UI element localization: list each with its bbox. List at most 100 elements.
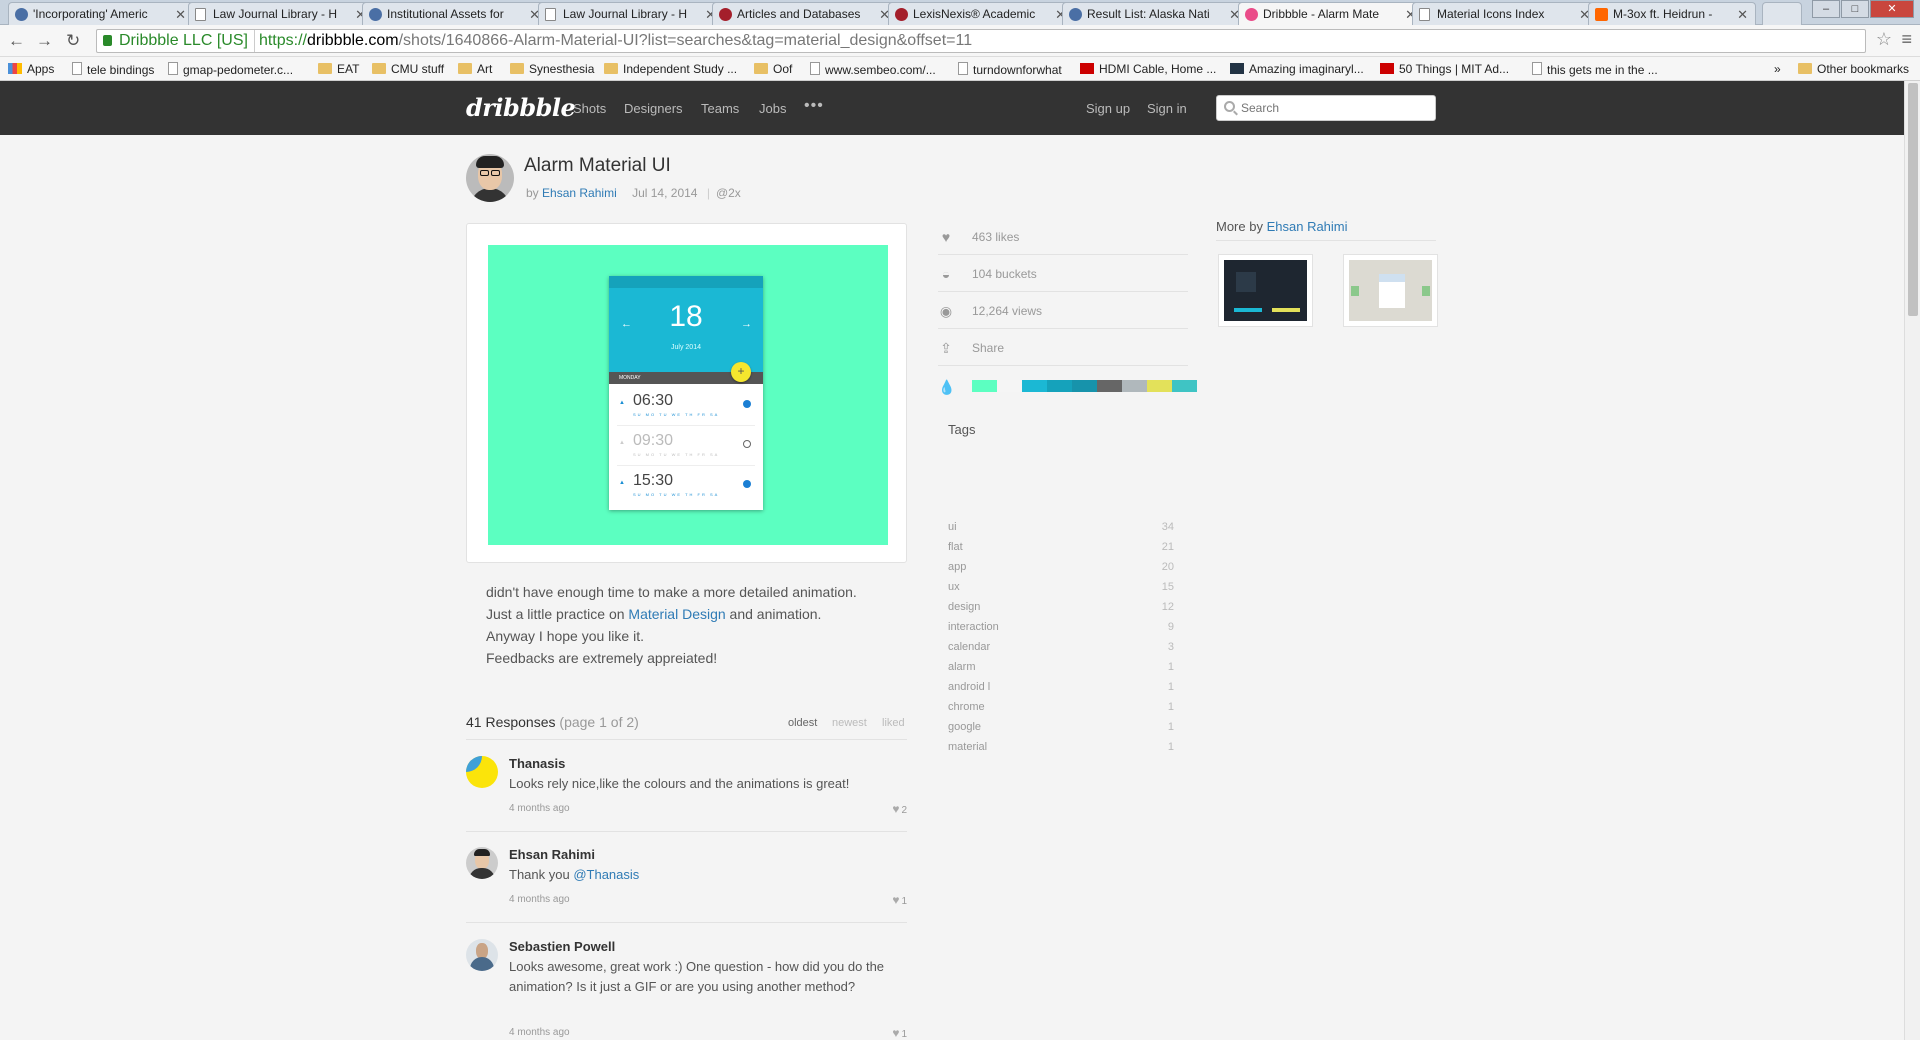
- new-tab-button[interactable]: [1762, 2, 1802, 25]
- tag-item[interactable]: android l 1: [948, 681, 1174, 701]
- palette-swatch[interactable]: [972, 380, 997, 392]
- browser-tab[interactable]: Law Journal Library - H ✕: [538, 2, 724, 25]
- tag-item[interactable]: calendar 3: [948, 641, 1174, 661]
- tag-item[interactable]: flat 21: [948, 541, 1174, 561]
- comment-date[interactable]: 4 months ago: [509, 894, 570, 905]
- palette-swatch[interactable]: [997, 380, 1022, 392]
- tag-item[interactable]: design 12: [948, 601, 1174, 621]
- nav-more-icon[interactable]: •••: [804, 97, 824, 115]
- bookmark-folder[interactable]: Independent Study ...: [604, 62, 737, 76]
- bookmark-item[interactable]: turndownforwhat: [958, 62, 1062, 77]
- tag-item[interactable]: chrome 1: [948, 701, 1174, 721]
- dribbble-logo[interactable]: dribbble: [466, 93, 576, 122]
- tag-item[interactable]: google 1: [948, 721, 1174, 741]
- commenter-name[interactable]: Thanasis: [509, 756, 565, 771]
- tag-item[interactable]: ui 34: [948, 521, 1174, 541]
- sign-up-link[interactable]: Sign up: [1086, 101, 1130, 116]
- comment-like[interactable]: ♥ 1: [892, 1026, 907, 1040]
- buckets-stat[interactable]: ◒ 104 buckets: [938, 255, 1188, 292]
- bookmark-folder[interactable]: Synesthesia: [510, 62, 594, 76]
- more-by-author-link[interactable]: Ehsan Rahimi: [1267, 219, 1348, 234]
- browser-tab[interactable]: Law Journal Library - H ✕: [188, 2, 374, 25]
- reload-icon[interactable]: ↻: [66, 31, 80, 51]
- commenter-avatar[interactable]: [466, 939, 498, 971]
- bookmark-folder[interactable]: Oof: [754, 62, 792, 76]
- bookmark-folder[interactable]: CMU stuff: [372, 62, 444, 76]
- resolution-badge[interactable]: @2x: [716, 186, 741, 200]
- maximize-icon[interactable]: □: [1841, 0, 1869, 18]
- back-arrow-icon[interactable]: ←: [8, 31, 25, 51]
- window-close-icon[interactable]: ✕: [1870, 0, 1914, 18]
- shot-image[interactable]: ← → 18 July 2014 MONDAY + ▲ 06:30 SU MO TU…: [488, 245, 888, 545]
- nav-shots[interactable]: Shots: [573, 101, 606, 116]
- palette-swatch[interactable]: [1172, 380, 1197, 392]
- browser-tab[interactable]: Result List: Alaska Nati ✕: [1062, 2, 1248, 25]
- page-scrollbar[interactable]: [1904, 81, 1920, 1040]
- close-tab-icon[interactable]: ✕: [175, 7, 186, 23]
- bookmark-item[interactable]: www.sembeo.com/...: [810, 62, 936, 77]
- comment-like[interactable]: ♥ 2: [892, 802, 907, 816]
- bookmarks-overflow-icon[interactable]: »: [1774, 62, 1781, 76]
- tag-count: 15: [1161, 581, 1174, 593]
- browser-menu-icon[interactable]: ≡: [1901, 29, 1912, 50]
- author-link[interactable]: Ehsan Rahimi: [542, 186, 617, 200]
- material-design-link[interactable]: Material Design: [628, 606, 725, 622]
- sign-in-link[interactable]: Sign in: [1147, 101, 1187, 116]
- scrollbar-thumb[interactable]: [1908, 83, 1918, 316]
- bookmark-folder[interactable]: EAT: [318, 62, 359, 76]
- browser-tab[interactable]: Material Icons Index ✕: [1412, 2, 1598, 25]
- forward-arrow-icon[interactable]: →: [36, 31, 53, 51]
- tag-item[interactable]: ux 15: [948, 581, 1174, 601]
- browser-tab[interactable]: 'Incorporating' Americ ✕: [8, 2, 194, 25]
- nav-designers[interactable]: Designers: [624, 101, 683, 116]
- likes-stat[interactable]: ♥ 463 likes: [938, 218, 1188, 255]
- palette-swatch[interactable]: [1072, 380, 1097, 392]
- bookmark-item[interactable]: tele bindings: [72, 62, 154, 77]
- sort-liked[interactable]: liked: [882, 717, 905, 729]
- comment-date[interactable]: 4 months ago: [509, 803, 570, 814]
- url-bar[interactable]: Dribbble LLC [US] https://dribbble.com/sh…: [96, 29, 1866, 53]
- sort-oldest[interactable]: oldest: [788, 717, 817, 729]
- bookmark-star-icon[interactable]: ☆: [1876, 29, 1892, 50]
- comment-like[interactable]: ♥ 1: [892, 893, 907, 907]
- comment-date[interactable]: 4 months ago: [509, 1027, 570, 1038]
- close-tab-icon[interactable]: ✕: [1737, 7, 1748, 23]
- bookmark-apps[interactable]: Apps: [8, 62, 54, 76]
- commenter-name[interactable]: Ehsan Rahimi: [509, 847, 595, 862]
- browser-tab-active[interactable]: Dribbble - Alarm Mate ✕: [1238, 2, 1424, 26]
- palette-swatch[interactable]: [1047, 380, 1072, 392]
- bookmark-item[interactable]: HDMI Cable, Home ...: [1080, 62, 1216, 76]
- tag-item[interactable]: alarm 1: [948, 661, 1174, 681]
- nav-teams[interactable]: Teams: [701, 101, 739, 116]
- palette-swatch[interactable]: [1022, 380, 1047, 392]
- browser-tab[interactable]: M-3ox ft. Heidrun - ✕: [1588, 2, 1756, 25]
- bookmark-item[interactable]: gmap-pedometer.c...: [168, 62, 293, 77]
- author-avatar[interactable]: [466, 154, 514, 202]
- bookmark-item[interactable]: Amazing imaginaryl...: [1230, 62, 1364, 76]
- commenter-avatar[interactable]: [466, 756, 498, 788]
- palette-swatch[interactable]: [1147, 380, 1172, 392]
- commenter-avatar[interactable]: [466, 847, 498, 879]
- palette-swatch[interactable]: [1097, 380, 1122, 392]
- bookmark-folder[interactable]: Art: [458, 62, 492, 76]
- minimize-icon[interactable]: –: [1812, 0, 1840, 18]
- more-shot-thumbnail[interactable]: [1343, 254, 1438, 327]
- palette-swatch[interactable]: [1122, 380, 1147, 392]
- search-input[interactable]: [1216, 95, 1436, 121]
- ev-certificate-badge[interactable]: Dribbble LLC [US]: [97, 30, 255, 52]
- bookmark-item[interactable]: 50 Things | MIT Ad...: [1380, 62, 1509, 76]
- mention-link[interactable]: @Thanasis: [573, 867, 639, 882]
- more-shot-thumbnail[interactable]: [1218, 254, 1313, 327]
- bookmark-item[interactable]: this gets me in the ...: [1532, 62, 1658, 77]
- commenter-name[interactable]: Sebastien Powell: [509, 939, 615, 954]
- tag-item[interactable]: app 20: [948, 561, 1174, 581]
- browser-tab[interactable]: Institutional Assets for ✕: [362, 2, 548, 25]
- other-bookmarks[interactable]: Other bookmarks: [1798, 62, 1909, 76]
- tag-item[interactable]: interaction 9: [948, 621, 1174, 641]
- share-button[interactable]: ⇪ Share: [938, 329, 1188, 366]
- browser-tab[interactable]: Articles and Databases ✕: [712, 2, 898, 25]
- sort-newest[interactable]: newest: [832, 717, 867, 729]
- tag-item[interactable]: material 1: [948, 741, 1174, 761]
- nav-jobs[interactable]: Jobs: [759, 101, 786, 116]
- browser-tab[interactable]: LexisNexis® Academic ✕: [888, 2, 1074, 25]
